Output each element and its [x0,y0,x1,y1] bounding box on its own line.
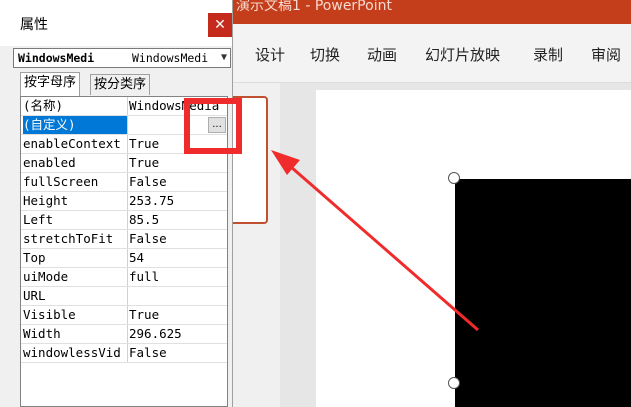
annotation-arrow-icon [271,150,479,332]
